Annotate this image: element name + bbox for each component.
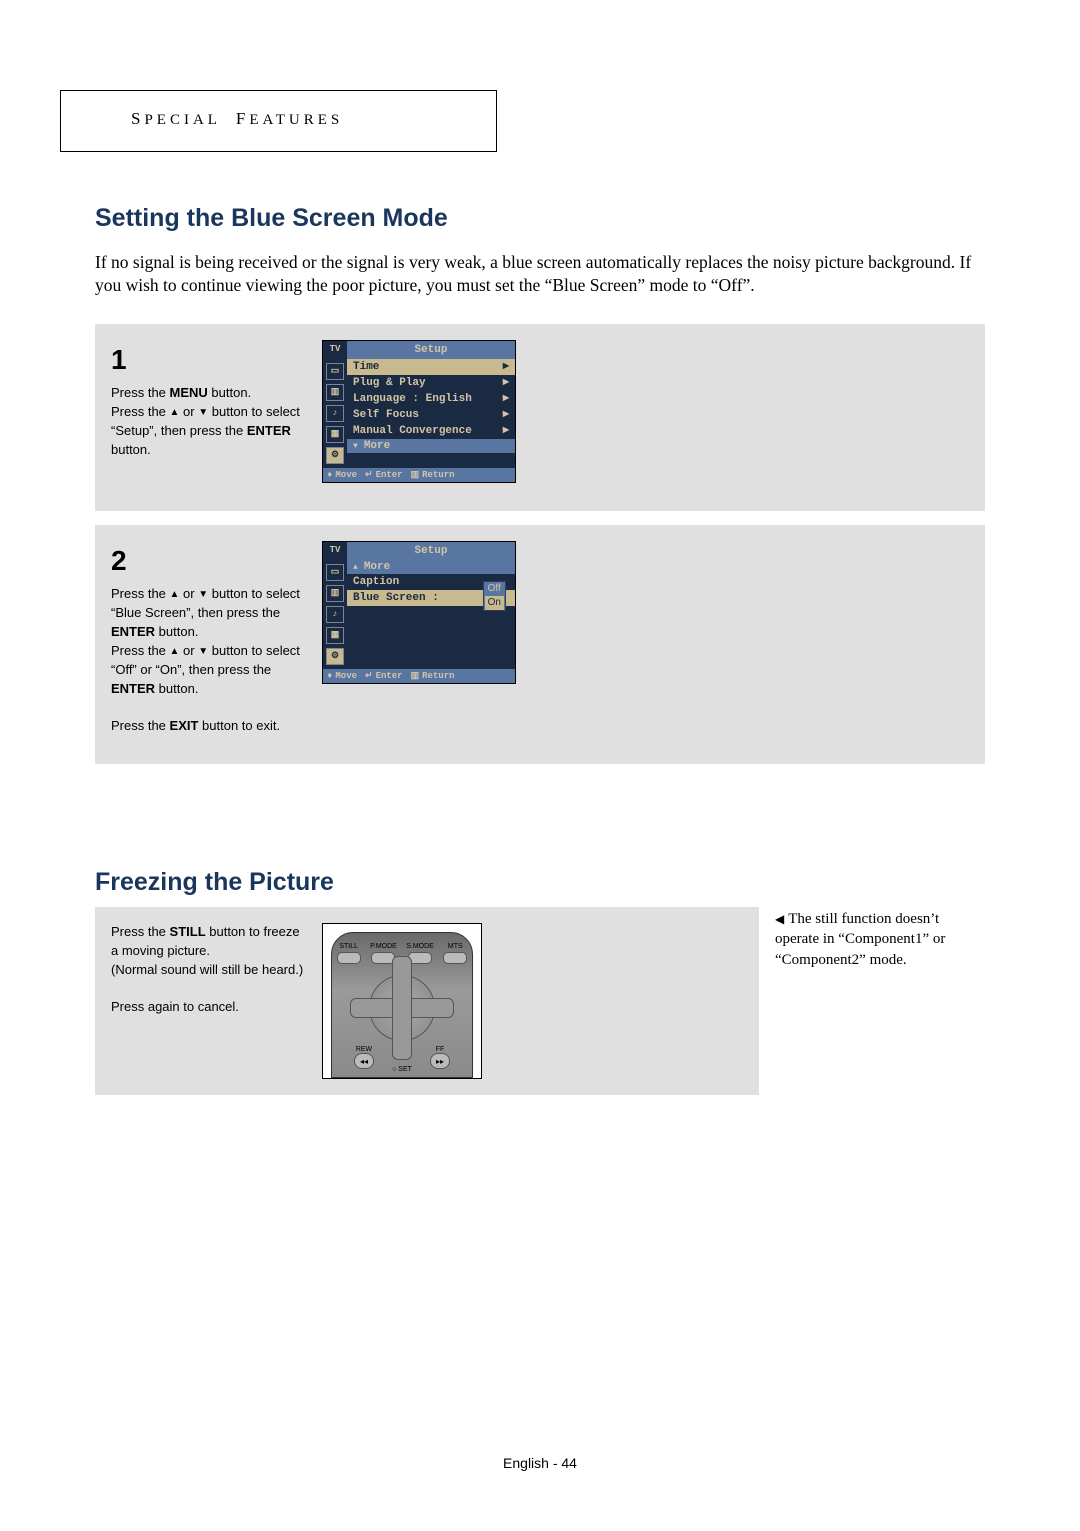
channel-icon: ▦ <box>326 426 344 443</box>
option-on: On <box>485 596 504 610</box>
menu-item-self-focus: Self Focus▶ <box>347 407 515 423</box>
chapter-word1-cap: S <box>131 109 144 128</box>
chapter-word2-rest: EATURES <box>249 112 343 128</box>
menu-item-plug-play: Plug & Play▶ <box>347 375 515 391</box>
right-arrow-icon: ▶ <box>499 376 509 390</box>
down-arrow-icon: ▼ <box>198 646 208 657</box>
picture-icon: ▥ <box>326 585 344 602</box>
step-2-number: 2 <box>111 541 306 582</box>
step-1-number: 1 <box>111 340 306 381</box>
osd-setup-screen-2: TV Setup ▭ ▥ ♪ ▦ ⚙ ▲More Caption Blue Sc… <box>322 541 516 684</box>
freeze-panel: Press the STILL button to freeze a movin… <box>95 907 759 1095</box>
chapter-label: SPECIAL FEATURES <box>60 90 497 152</box>
dpad: ADD <box>369 975 435 1041</box>
osd-side-icons: ▭ ▥ ♪ ▦ ⚙ <box>323 359 347 468</box>
osd-side-icons: ▭ ▥ ♪ ▦ ⚙ <box>323 560 347 669</box>
down-arrow-icon: ▼ <box>198 407 208 418</box>
osd-tv-label: TV <box>323 542 347 560</box>
dpad-vertical <box>392 956 412 1060</box>
step-2-panel: 2 Press the ▲ or ▼ button to select “Blu… <box>95 525 985 764</box>
osd-footer: ♦Move ↵Enter ▥Return <box>323 669 515 683</box>
rew-button: ◂◂ <box>354 1053 374 1069</box>
move-icon: ♦ <box>327 671 332 681</box>
enter-icon: ↵ <box>365 470 373 480</box>
left-arrow-icon: ◀ <box>775 912 784 926</box>
return-icon: ▥ <box>411 470 420 480</box>
picture-icon: ▥ <box>326 384 344 401</box>
menu-item-more-top: ▲More <box>347 560 515 574</box>
step-2-text: 2 Press the ▲ or ▼ button to select “Blu… <box>111 541 306 736</box>
rew-button-group: REW ◂◂ <box>354 1046 374 1069</box>
menu-item-more: ▼More <box>347 439 515 453</box>
return-icon: ▥ <box>411 671 420 681</box>
down-arrow-icon: ▼ <box>198 589 208 600</box>
menu-item-manual-convergence: Manual Convergence▶ <box>347 423 515 439</box>
remote-btn-label-pmode: P.MODE <box>370 943 397 950</box>
step-1-panel: 1 Press the MENU button. Press the ▲ or … <box>95 324 985 511</box>
up-arrow-icon: ▲ <box>170 646 180 657</box>
step-1-text: 1 Press the MENU button. Press the ▲ or … <box>111 340 306 460</box>
remote-btn-label-mts: MTS <box>448 943 463 950</box>
sound-icon: ♪ <box>326 405 344 422</box>
section-heading-blue-screen: Setting the Blue Screen Mode <box>95 204 985 233</box>
right-arrow-icon: ▶ <box>499 392 509 406</box>
chapter-word1-rest: PECIAL <box>144 112 220 128</box>
page-footer: English - 44 <box>95 1455 985 1471</box>
set-label: SET <box>392 1066 412 1073</box>
ff-button-group: FF ▸▸ <box>430 1046 450 1069</box>
up-arrow-icon: ▲ <box>170 589 180 600</box>
mts-button <box>443 952 467 964</box>
osd-setup-screen-1: TV Setup ▭ ▥ ♪ ▦ ⚙ Time▶ Plug & Play▶ La… <box>322 340 516 483</box>
osd-tv-label: TV <box>323 341 347 359</box>
menu-item-language: Language : English▶ <box>347 391 515 407</box>
right-arrow-icon: ▶ <box>499 360 509 374</box>
freeze-text: Press the STILL button to freeze a movin… <box>111 923 306 1017</box>
osd-title: Setup <box>347 341 515 359</box>
right-arrow-icon: ▶ <box>499 424 509 438</box>
still-button <box>337 952 361 964</box>
side-note: ◀The still function doesn’t operate in “… <box>775 907 985 970</box>
remote-illustration: STILL P.MODE S.MODE MTS ADD REW ◂◂ <box>322 923 482 1079</box>
remote-btn-label-smode: S.MODE <box>406 943 434 950</box>
move-icon: ♦ <box>327 470 332 480</box>
setup-icon: ⚙ <box>326 447 344 464</box>
right-arrow-icon: ▶ <box>499 408 509 422</box>
up-arrow-icon: ▲ <box>170 407 180 418</box>
chapter-word2-cap: F <box>236 109 249 128</box>
remote-btn-label-still: STILL <box>339 943 358 950</box>
input-icon: ▭ <box>326 363 344 380</box>
section-heading-freeze: Freezing the Picture <box>95 868 985 897</box>
sound-icon: ♪ <box>326 606 344 623</box>
channel-icon: ▦ <box>326 627 344 644</box>
enter-icon: ↵ <box>365 671 373 681</box>
blue-screen-options-popup: Off On <box>483 581 506 611</box>
setup-icon: ⚙ <box>326 648 344 665</box>
option-off: Off <box>488 582 501 596</box>
intro-text: If no signal is being received or the si… <box>95 251 985 298</box>
up-arrow-icon: ▲ <box>353 563 358 572</box>
input-icon: ▭ <box>326 564 344 581</box>
ff-button: ▸▸ <box>430 1053 450 1069</box>
osd-footer: ♦Move ↵Enter ▥Return <box>323 468 515 482</box>
down-arrow-icon: ▼ <box>353 442 358 451</box>
menu-item-time: Time▶ <box>347 359 515 375</box>
osd-title: Setup <box>347 542 515 560</box>
